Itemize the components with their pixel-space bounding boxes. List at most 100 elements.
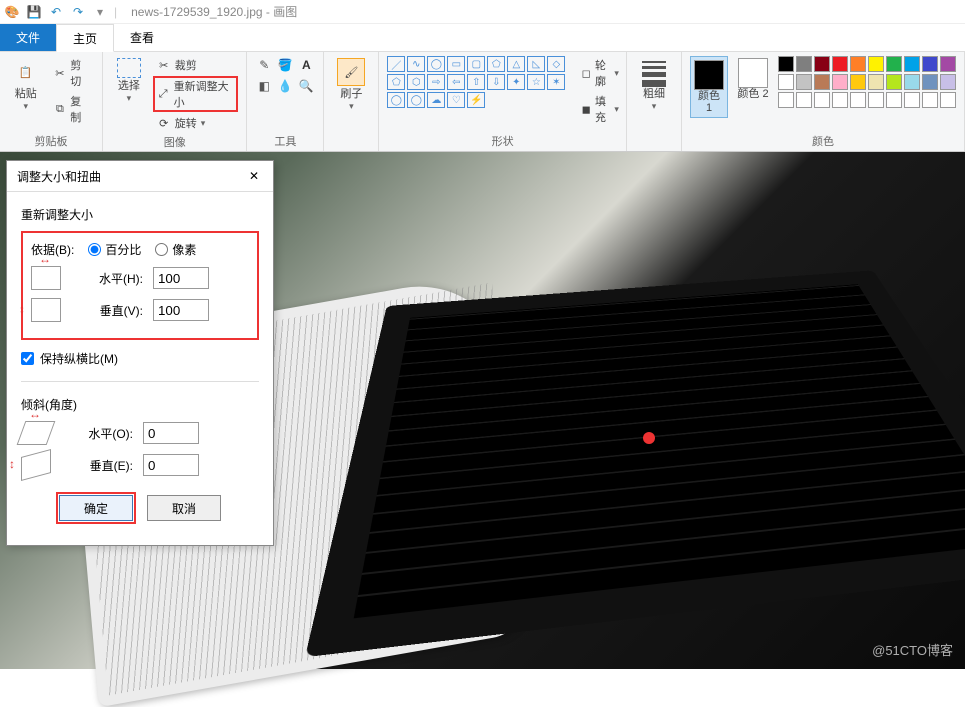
palette-color-12[interactable] (814, 74, 830, 90)
shape-curve[interactable]: ∿ (407, 56, 425, 72)
palette-empty-6[interactable] (886, 92, 902, 108)
shape-heart[interactable]: ♡ (447, 92, 465, 108)
palette-empty-5[interactable] (868, 92, 884, 108)
shape-fill-button[interactable]: ◼填充 (577, 92, 623, 126)
shape-lightning[interactable]: ⚡ (467, 92, 485, 108)
tab-file[interactable]: 文件 (0, 24, 56, 51)
radio-pixel[interactable]: 像素 (155, 241, 196, 258)
resize-button[interactable]: ⤢重新调整大小 (153, 76, 239, 112)
palette-empty-9[interactable] (940, 92, 956, 108)
palette-color-6[interactable] (886, 56, 902, 72)
title-bar: 🎨 💾 ↶ ↷ ▾ | news-1729539_1920.jpg - 画图 (0, 0, 965, 24)
qat-customize-icon[interactable]: ▾ (92, 4, 108, 20)
text-tool[interactable]: A (297, 56, 315, 74)
palette-color-8[interactable] (922, 56, 938, 72)
skew-h-input[interactable] (143, 422, 199, 444)
zoom-tool[interactable]: 🔍 (297, 77, 315, 95)
shape-uarrow[interactable]: ⇧ (467, 74, 485, 90)
palette-color-13[interactable] (832, 74, 848, 90)
dialog-close-button[interactable]: ✕ (245, 167, 263, 185)
palette-color-1[interactable] (796, 56, 812, 72)
group-shapes: ／ ∿ ◯ ▭ ▢ ⬠ △ ◺ ◇ ⬠ ⬡ ⇨ ⇦ ⇧ ⇩ ✦ ☆ ✶ ◯ ◯ (379, 52, 627, 151)
shape-5star[interactable]: ☆ (527, 74, 545, 90)
palette-color-15[interactable] (868, 74, 884, 90)
palette-color-10[interactable] (778, 74, 794, 90)
group-label-brush (332, 147, 370, 149)
shape-pentagon[interactable]: ⬠ (387, 74, 405, 90)
eraser-tool[interactable]: ◧ (255, 77, 273, 95)
vertical-input[interactable] (153, 299, 209, 321)
radio-percent-input[interactable] (88, 243, 101, 256)
shape-oval[interactable]: ◯ (427, 56, 445, 72)
paste-button[interactable]: 📋 粘贴 (8, 56, 44, 114)
shape-darrow[interactable]: ⇩ (487, 74, 505, 90)
shape-outline-button[interactable]: ◻轮廓 (577, 56, 623, 90)
cut-button[interactable]: ✂剪切 (50, 56, 95, 90)
palette-color-14[interactable] (850, 74, 866, 90)
redo-icon[interactable]: ↷ (70, 4, 86, 20)
palette-empty-7[interactable] (904, 92, 920, 108)
group-colors: 颜色 1 颜色 2 颜色 (682, 52, 965, 151)
color1-button[interactable]: 颜色 1 (690, 56, 728, 118)
picker-tool[interactable]: 💧 (276, 77, 294, 95)
shape-polygon[interactable]: ⬠ (487, 56, 505, 72)
select-icon (117, 58, 141, 78)
palette-color-2[interactable] (814, 56, 830, 72)
undo-icon[interactable]: ↶ (48, 4, 64, 20)
save-icon[interactable]: 💾 (26, 4, 42, 20)
palette-empty-3[interactable] (832, 92, 848, 108)
select-button[interactable]: 选择 (111, 56, 147, 106)
document-title: news-1729539_1920.jpg - 画图 (131, 3, 297, 20)
tab-view[interactable]: 查看 (114, 24, 170, 51)
palette-color-16[interactable] (886, 74, 902, 90)
shape-larrow[interactable]: ⇦ (447, 74, 465, 90)
palette-empty-0[interactable] (778, 92, 794, 108)
palette-color-5[interactable] (868, 56, 884, 72)
shape-roundrect[interactable]: ▢ (467, 56, 485, 72)
shape-diamond[interactable]: ◇ (547, 56, 565, 72)
shape-callout-round[interactable]: ◯ (387, 92, 405, 108)
palette-empty-8[interactable] (922, 92, 938, 108)
cancel-button[interactable]: 取消 (147, 495, 221, 521)
brush-button[interactable]: 🖌 刷子 (332, 56, 370, 114)
shape-callout-oval[interactable]: ◯ (407, 92, 425, 108)
tab-home[interactable]: 主页 (56, 24, 114, 52)
radio-pixel-input[interactable] (155, 243, 168, 256)
palette-color-17[interactable] (904, 74, 920, 90)
palette-color-7[interactable] (904, 56, 920, 72)
shape-hexagon[interactable]: ⬡ (407, 74, 425, 90)
shape-6star[interactable]: ✶ (547, 74, 565, 90)
size-button[interactable]: 粗细 (635, 56, 673, 114)
shape-callout-cloud[interactable]: ☁ (427, 92, 445, 108)
palette-empty-2[interactable] (814, 92, 830, 108)
shape-4star[interactable]: ✦ (507, 74, 525, 90)
shape-gallery[interactable]: ／ ∿ ◯ ▭ ▢ ⬠ △ ◺ ◇ ⬠ ⬡ ⇨ ⇦ ⇧ ⇩ ✦ ☆ ✶ ◯ ◯ (387, 56, 565, 108)
shape-rect[interactable]: ▭ (447, 56, 465, 72)
fill-tool[interactable]: 🪣 (276, 56, 294, 74)
shape-line[interactable]: ／ (387, 56, 405, 72)
palette-color-9[interactable] (940, 56, 956, 72)
group-label-tools: 工具 (255, 131, 315, 149)
skew-v-input[interactable] (143, 454, 199, 476)
horizontal-input[interactable] (153, 267, 209, 289)
copy-button[interactable]: ⧉复制 (50, 92, 95, 126)
palette-empty-1[interactable] (796, 92, 812, 108)
pencil-tool[interactable]: ✎ (255, 56, 273, 74)
palette-color-11[interactable] (796, 74, 812, 90)
shape-rtriangle[interactable]: ◺ (527, 56, 545, 72)
palette-color-0[interactable] (778, 56, 794, 72)
palette-color-3[interactable] (832, 56, 848, 72)
crop-button[interactable]: ✂裁剪 (153, 56, 239, 74)
aspect-checkbox[interactable] (21, 352, 34, 365)
radio-percent[interactable]: 百分比 (88, 241, 141, 258)
palette-color-19[interactable] (940, 74, 956, 90)
color2-button[interactable]: 颜色 2 (734, 56, 772, 102)
shape-rarrow[interactable]: ⇨ (427, 74, 445, 90)
palette-color-18[interactable] (922, 74, 938, 90)
shape-triangle[interactable]: △ (507, 56, 525, 72)
palette-color-4[interactable] (850, 56, 866, 72)
palette-empty-4[interactable] (850, 92, 866, 108)
rotate-button[interactable]: ⟳旋转 (153, 114, 239, 132)
ok-button[interactable]: 确定 (59, 495, 133, 521)
group-label-clipboard: 剪贴板 (8, 131, 94, 149)
